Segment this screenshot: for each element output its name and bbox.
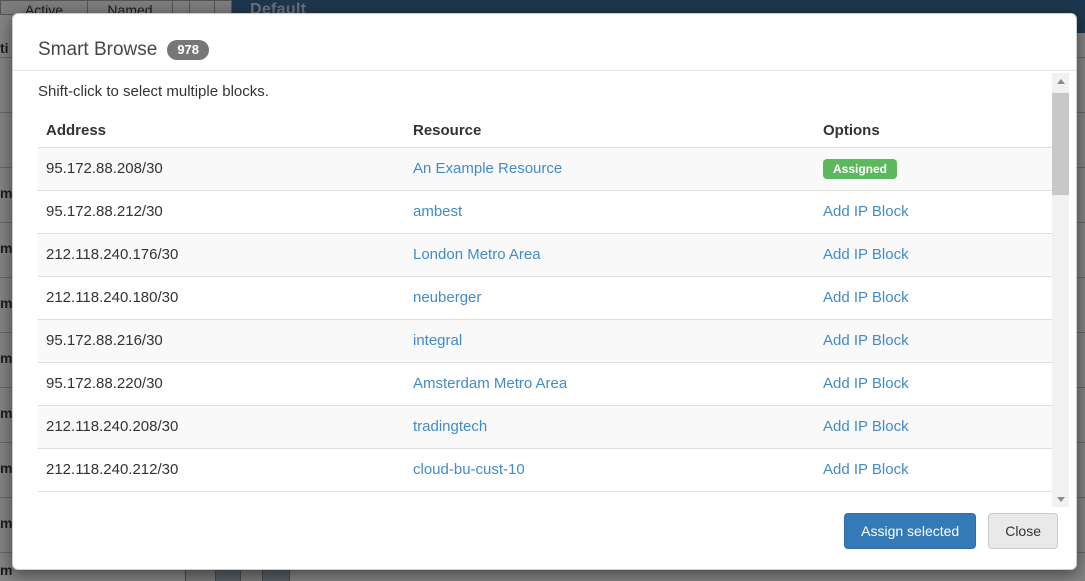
address-cell[interactable]: 95.172.88.216/30 (38, 320, 405, 363)
scrollbar-down-arrow[interactable] (1052, 491, 1069, 507)
hint-text: Shift-click to select multiple blocks. (38, 83, 1039, 100)
table-row[interactable]: 95.172.88.208/30 An Example Resource Ass… (38, 148, 1053, 191)
resource-link[interactable]: integral (413, 332, 462, 349)
scrollbar-up-arrow[interactable] (1052, 73, 1069, 89)
resource-cell: integral (405, 320, 815, 363)
resource-link[interactable]: ambest (413, 203, 462, 220)
resource-cell: Amsterdam Metro Area (405, 363, 815, 406)
add-ip-block-link[interactable]: Add IP Block (823, 203, 909, 220)
table-row[interactable]: 212.118.240.208/30 tradingtech Add IP Bl… (38, 406, 1053, 449)
resource-link[interactable]: London Metro Area (413, 246, 541, 263)
resource-cell: London Metro Area (405, 234, 815, 277)
address-cell[interactable]: 212.118.240.208/30 (38, 406, 405, 449)
options-cell: Add IP Block (815, 406, 1053, 449)
count-badge: 978 (167, 40, 209, 60)
table-row[interactable]: 212.118.240.212/30 cloud-bu-cust-10 Add … (38, 449, 1053, 492)
column-header-options: Options (815, 114, 1053, 148)
modal-header: Smart Browse 978 (13, 14, 1076, 71)
modal-body: Shift-click to select multiple blocks. A… (13, 71, 1076, 509)
add-ip-block-link[interactable]: Add IP Block (823, 461, 909, 478)
address-cell[interactable]: 212.118.240.180/30 (38, 277, 405, 320)
modal-footer: Assign selected Close (13, 509, 1076, 569)
assign-selected-button[interactable]: Assign selected (844, 513, 976, 549)
address-cell[interactable]: 212.118.240.176/30 (38, 234, 405, 277)
add-ip-block-link[interactable]: Add IP Block (823, 418, 909, 435)
resource-link[interactable]: tradingtech (413, 418, 487, 435)
resource-cell: ambest (405, 191, 815, 234)
options-cell: Add IP Block (815, 449, 1053, 492)
address-cell[interactable]: 95.172.88.212/30 (38, 191, 405, 234)
options-cell: Add IP Block (815, 234, 1053, 277)
blocks-table: Address Resource Options 95.172.88.208/3… (38, 114, 1053, 492)
assigned-badge: Assigned (823, 159, 897, 179)
table-row[interactable]: 95.172.88.212/30 ambest Add IP Block (38, 191, 1053, 234)
scrollbar[interactable] (1052, 73, 1069, 507)
table-header-row: Address Resource Options (38, 114, 1053, 148)
resource-link[interactable]: Amsterdam Metro Area (413, 375, 567, 392)
resource-cell: An Example Resource (405, 148, 815, 191)
table-row[interactable]: 212.118.240.176/30 London Metro Area Add… (38, 234, 1053, 277)
table-row[interactable]: 95.172.88.216/30 integral Add IP Block (38, 320, 1053, 363)
options-cell: Add IP Block (815, 277, 1053, 320)
scrollbar-thumb[interactable] (1052, 93, 1069, 195)
table-row[interactable]: 212.118.240.180/30 neuberger Add IP Bloc… (38, 277, 1053, 320)
resource-link[interactable]: An Example Resource (413, 160, 562, 177)
column-header-address: Address (38, 114, 405, 148)
options-cell: Assigned (815, 148, 1053, 191)
column-header-resource: Resource (405, 114, 815, 148)
options-cell: Add IP Block (815, 320, 1053, 363)
resource-cell: tradingtech (405, 406, 815, 449)
add-ip-block-link[interactable]: Add IP Block (823, 332, 909, 349)
resource-link[interactable]: cloud-bu-cust-10 (413, 461, 525, 478)
address-cell[interactable]: 212.118.240.212/30 (38, 449, 405, 492)
options-cell: Add IP Block (815, 363, 1053, 406)
resource-cell: cloud-bu-cust-10 (405, 449, 815, 492)
close-button[interactable]: Close (988, 513, 1058, 549)
add-ip-block-link[interactable]: Add IP Block (823, 289, 909, 306)
modal-title: Smart Browse (38, 39, 157, 61)
resource-cell: neuberger (405, 277, 815, 320)
table-row[interactable]: 95.172.88.220/30 Amsterdam Metro Area Ad… (38, 363, 1053, 406)
resource-link[interactable]: neuberger (413, 289, 481, 306)
address-cell[interactable]: 95.172.88.220/30 (38, 363, 405, 406)
add-ip-block-link[interactable]: Add IP Block (823, 246, 909, 263)
address-cell[interactable]: 95.172.88.208/30 (38, 148, 405, 191)
smart-browse-modal: Smart Browse 978 Shift-click to select m… (12, 13, 1077, 570)
add-ip-block-link[interactable]: Add IP Block (823, 375, 909, 392)
options-cell: Add IP Block (815, 191, 1053, 234)
